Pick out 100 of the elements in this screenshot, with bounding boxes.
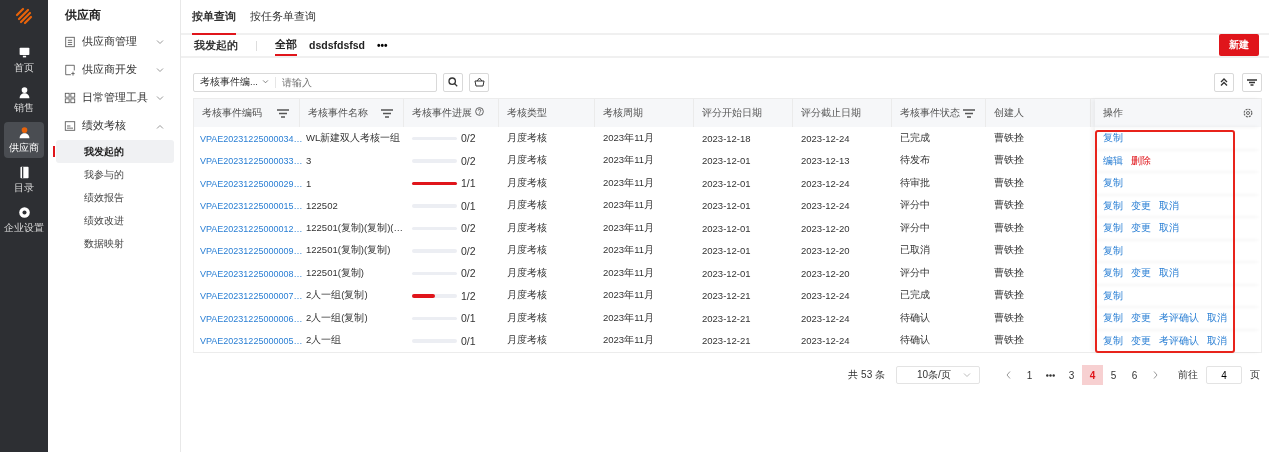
table-cell-text: 122502 [305,200,339,212]
sidebar-group[interactable]: 供应商管理 [54,28,174,56]
action-link[interactable]: 变更 [1131,221,1151,236]
action-link[interactable]: 取消 [1159,266,1179,281]
search-button[interactable] [443,72,463,92]
rail-item[interactable]: 销售 [4,82,44,118]
action-link[interactable]: 取消 [1207,311,1227,326]
table-cell-text: 曹铁拴 [993,199,1025,213]
event-code-link[interactable]: VPAE20231225000029… [200,178,303,189]
page-input[interactable]: 4 [1206,366,1242,384]
event-code-link[interactable]: VPAE20231225000012… [200,223,303,234]
action-link[interactable]: 复制 [1103,176,1123,191]
event-code-link[interactable]: VPAE20231225000005… [200,336,303,347]
rail-item[interactable]: 企业设置 [4,202,44,238]
action-link[interactable]: 复制 [1103,221,1123,236]
action-link[interactable]: 考评确认 [1159,333,1199,348]
table-cell-text: 2023年11月 [602,334,655,348]
action-link[interactable]: 变更 [1131,198,1151,213]
column-header: 考核事件名称 [308,106,369,120]
table-cell-text: 待审批 [899,176,931,190]
table-cell-text: 2023-12-24 [800,177,851,189]
sidebar-group[interactable]: 绩效考核 [54,112,174,140]
sidebar-title: 供应商 [64,7,102,24]
rail-item[interactable]: 供应商 [4,122,44,158]
sidebar-item[interactable]: 绩效改进 [56,209,174,232]
column-header: 考核周期 [603,106,644,120]
action-link[interactable]: 删除 [1131,153,1151,168]
table-cell-text: 曹铁拴 [993,221,1025,235]
column-header: 操作 [1103,106,1124,120]
chevron-right-icon[interactable] [1153,371,1158,379]
chevron-left-icon[interactable] [1006,371,1011,379]
action-link[interactable]: 复制 [1103,131,1123,146]
action-link[interactable]: 复制 [1103,198,1123,213]
rail-item[interactable]: 首页 [4,42,44,78]
page-button[interactable]: 5 [1103,365,1124,385]
table-cell-text: 曹铁拴 [993,176,1025,190]
action-link[interactable]: 编辑 [1103,153,1123,168]
sidebar-item[interactable]: 绩效报告 [56,186,174,209]
tab[interactable]: 按单查询 [192,0,236,35]
progress-count: 0/1 [461,334,476,347]
clear-button[interactable] [469,72,489,92]
action-link[interactable]: 变更 [1131,333,1151,348]
event-code-link[interactable]: VPAE20231225000015… [200,201,303,212]
event-code-link[interactable]: VPAE20231225000008… [200,268,303,279]
table-cell-text: 2023-12-01 [701,267,752,279]
sidebar-item[interactable]: 数据映射 [56,232,174,255]
action-link[interactable]: 复制 [1103,311,1123,326]
filter-icon[interactable] [277,108,289,118]
more-button[interactable]: ••• [377,40,388,51]
chevron-icon [261,80,269,84]
table-cell-text: 2023-12-01 [701,177,752,189]
sidebar-group[interactable]: 日常管理工具 [54,84,174,112]
filter-icon[interactable] [381,108,393,118]
page-button[interactable]: 4 [1082,365,1103,385]
page-size-select[interactable]: 10条/页 [896,366,980,384]
page-button[interactable]: 1 [1019,365,1040,385]
collapse-button[interactable] [1214,72,1234,92]
grid-icon [64,92,76,104]
table-cell-text: 月度考核 [506,154,548,168]
sidebar-group[interactable]: 供应商开发 [54,56,174,84]
progress-count: 0/2 [461,267,476,280]
event-code-link[interactable]: VPAE20231225000034… [200,133,303,144]
action-link[interactable]: 考评确认 [1159,311,1199,326]
table-cell-text: 2人一组(复制) [305,311,369,325]
field-select[interactable]: 考核事件编... [194,76,276,88]
tab[interactable]: 按任务单查询 [250,0,329,35]
event-code-link[interactable]: VPAE20231225000006… [200,313,303,324]
table-cell-text: 2023年11月 [602,154,655,168]
action-link[interactable]: 取消 [1159,221,1179,236]
event-code-link[interactable]: VPAE20231225000007… [200,291,303,302]
page-button[interactable]: 3 [1061,365,1082,385]
table-cell-text: 2023年11月 [602,221,655,235]
action-link[interactable]: 变更 [1131,311,1151,326]
event-code-link[interactable]: VPAE20231225000033… [200,156,303,167]
view-tab[interactable]: 全部 [275,35,297,56]
table-cell-text: 待发布 [899,154,931,168]
sidebar-item[interactable]: 我参与的 [56,163,174,186]
search-icon [448,77,458,87]
action-link[interactable]: 复制 [1103,266,1123,281]
table-cell-text: 2023年11月 [602,289,655,303]
table-cell-text: 122501(复制)(复制) [305,244,392,258]
action-link[interactable]: 复制 [1103,333,1123,348]
new-button[interactable]: 新建 [1219,33,1259,56]
event-code-link[interactable]: VPAE20231225000009… [200,246,303,257]
page-button[interactable]: 6 [1124,365,1145,385]
action-link[interactable]: 变更 [1131,266,1151,281]
rail-item[interactable]: 目录 [4,162,44,198]
action-link[interactable]: 取消 [1207,333,1227,348]
filter-button[interactable] [1242,72,1262,92]
action-link[interactable]: 复制 [1103,243,1123,258]
action-link[interactable]: 取消 [1159,198,1179,213]
search-field[interactable]: 考核事件编... 请输入 [193,72,437,92]
sidebar-item[interactable]: 我发起的 [56,140,174,163]
action-link[interactable]: 复制 [1103,288,1123,303]
table-cell-text: 曹铁拴 [993,266,1025,280]
progress-count: 0/1 [461,199,476,212]
filter-icon[interactable] [963,108,975,118]
ellipsis-icon[interactable] [1046,373,1055,377]
settings-icon[interactable] [1243,108,1253,118]
view-tab[interactable]: dsdsfdsfsd [309,35,365,56]
